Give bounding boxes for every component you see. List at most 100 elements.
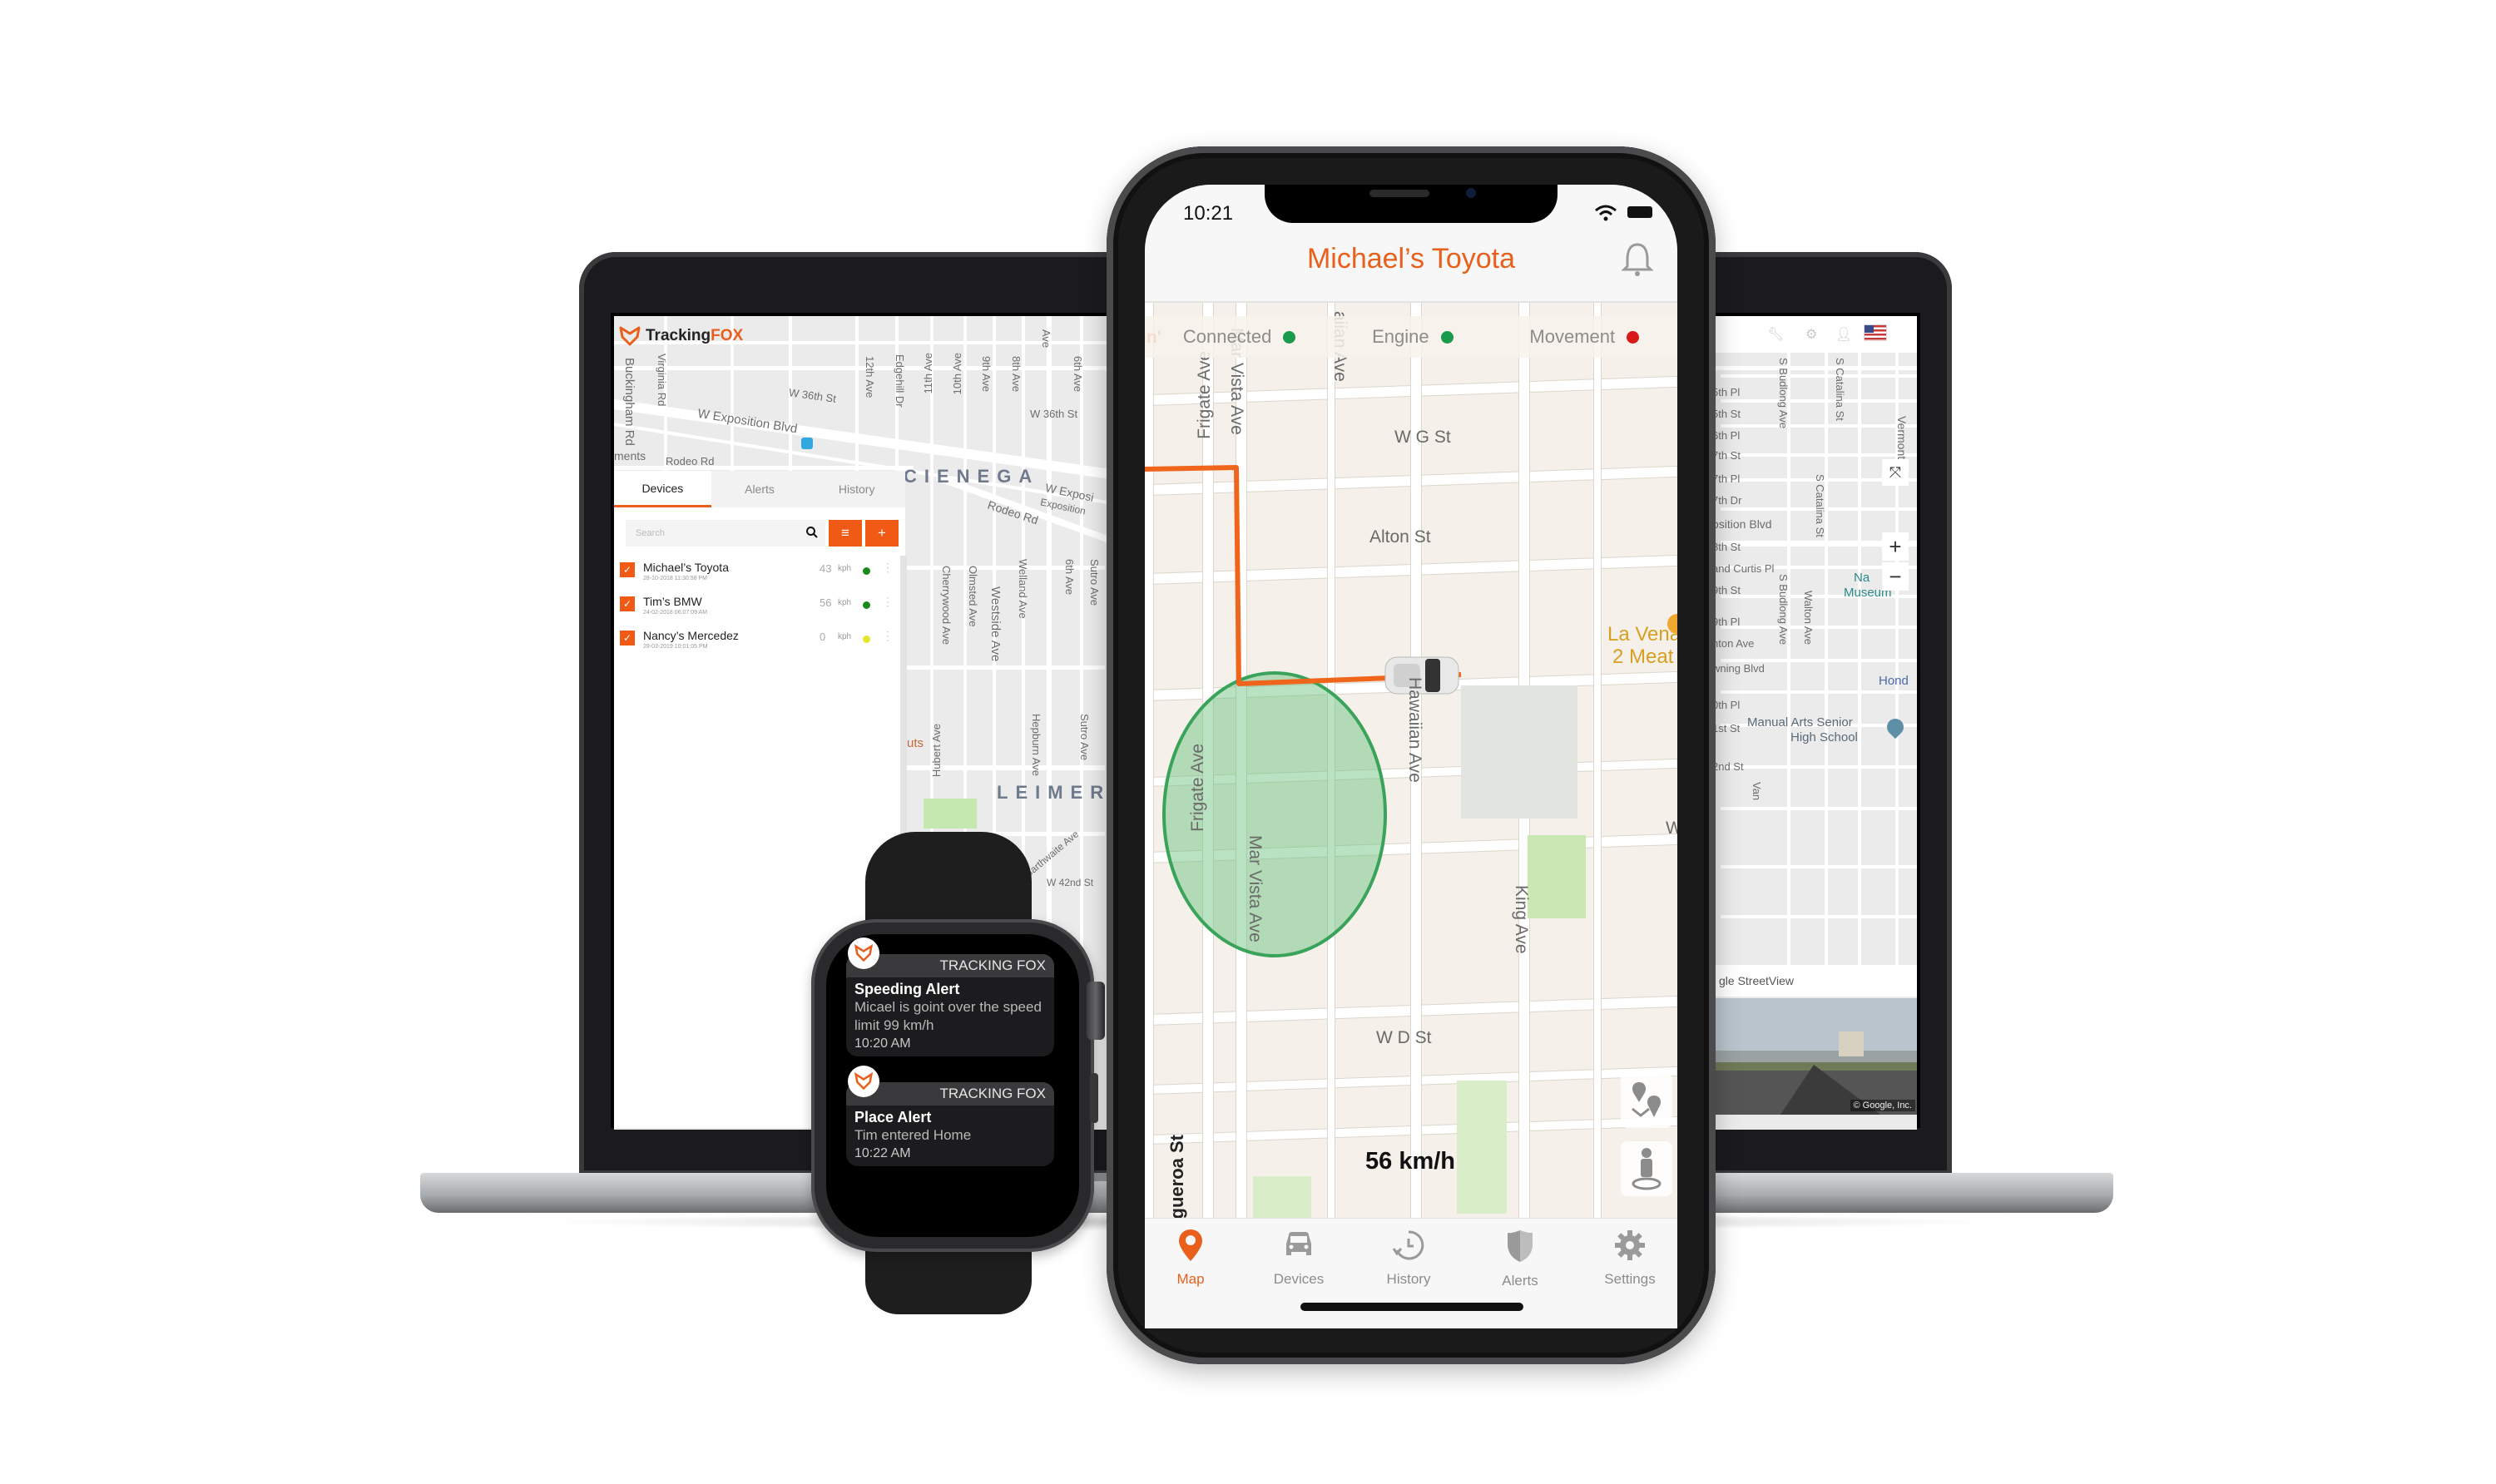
home-indicator[interactable] — [1300, 1303, 1523, 1311]
street-view-button[interactable] — [1621, 1141, 1672, 1196]
zoom-in-button[interactable]: + — [1882, 532, 1909, 561]
device-row[interactable]: ✓ Tim’s BMW 24-02-2018 06:07:09 AM 56 kp… — [620, 595, 894, 628]
user-icon[interactable]: 👤︎ — [1835, 326, 1852, 343]
notification-title: Speeding Alert — [854, 981, 960, 997]
map-label: 6th Ave — [1072, 356, 1084, 393]
device-speed: 0 — [820, 631, 826, 643]
tab-label: Alerts — [1502, 1273, 1538, 1289]
zoom-out-button[interactable]: − — [1882, 562, 1909, 591]
map-label: 9th St — [1712, 584, 1741, 596]
phone-map[interactable]: in' Frigate Ave Mar Vista Ave aiian Ave … — [1145, 303, 1677, 1218]
map-label: gueroa St — [1166, 1135, 1187, 1218]
map-label: Frigate Ave — [1188, 744, 1207, 832]
tab-label: History — [1386, 1271, 1431, 1287]
search-input[interactable]: Search — [626, 520, 825, 547]
tab-alerts[interactable]: Alerts — [711, 471, 809, 507]
gear-icon — [1615, 1230, 1645, 1260]
status-dot — [863, 636, 870, 643]
wifi-icon — [1595, 205, 1617, 221]
notification-body: Tim entered Home — [854, 1127, 972, 1143]
map-label: Cherrywood Ave — [940, 566, 953, 646]
status-engine: Engine — [1372, 326, 1454, 348]
phone-camera — [1466, 188, 1476, 198]
battery-icon — [1627, 206, 1652, 218]
map-label: Edgehill Dr — [894, 354, 906, 408]
tab-label: Map — [1176, 1271, 1205, 1287]
phone-speaker — [1369, 190, 1429, 197]
places-icon — [1632, 1082, 1661, 1117]
pegman-icon — [1632, 1148, 1662, 1190]
tab-history[interactable]: History — [1363, 1229, 1454, 1288]
device-checkbox[interactable]: ✓ — [620, 631, 635, 646]
device-timestamp: 28-03-2019 10:01:05 PM — [643, 644, 708, 650]
header-divider — [1145, 301, 1677, 303]
car-icon — [1286, 1232, 1311, 1255]
tab-label: Devices — [1273, 1271, 1325, 1287]
gear-icon[interactable]: ⚙ — [1805, 326, 1817, 343]
more-options-icon[interactable]: ⋮ — [882, 629, 894, 643]
list-view-button[interactable]: ≡ — [829, 520, 862, 547]
tab-map[interactable]: Map — [1145, 1229, 1236, 1288]
map-label: Westside Ave — [988, 586, 1003, 662]
watch-side-button[interactable] — [1090, 1073, 1098, 1123]
map-label: 8th Ave — [1010, 356, 1023, 393]
status-dot — [1627, 330, 1640, 344]
device-checkbox[interactable]: ✓ — [620, 596, 635, 611]
notification-time: 10:22 AM — [854, 1146, 911, 1160]
map-label: Olmsted Ave — [967, 566, 979, 627]
tab-devices[interactable]: Devices — [614, 471, 711, 507]
device-checkbox[interactable]: ✓ — [620, 562, 635, 577]
search-icon[interactable] — [805, 526, 819, 539]
map-label: 0th Pl — [1712, 699, 1741, 711]
map-label: 10th Ave — [951, 353, 963, 395]
map-label: wning Blvd — [1712, 662, 1765, 675]
streetview-label: gle StreetView — [1714, 965, 1917, 997]
places-button[interactable] — [1621, 1073, 1672, 1128]
panel-tabs: Devices Alerts History — [614, 471, 905, 507]
watch-crown[interactable] — [1087, 982, 1105, 1040]
status-movement: Movement — [1529, 326, 1640, 348]
device-row[interactable]: ✓ Michael’s Toyota 28-10-2018 11:30:58 P… — [620, 561, 894, 594]
map-label: W G St — [1394, 428, 1451, 447]
tab-devices[interactable]: Devices — [1253, 1229, 1345, 1288]
map-label: Alton St — [1369, 527, 1431, 547]
notification-body: Micael is goint over the speed limit 99 … — [854, 999, 1042, 1033]
fox-app-icon — [848, 937, 879, 969]
map-label: 5th St — [1712, 408, 1741, 420]
map-label: 1st St — [1712, 722, 1741, 735]
tab-history[interactable]: History — [808, 471, 905, 507]
neighborhood-label: CIENEGA — [904, 466, 1040, 487]
map-label: W 36th St — [788, 386, 837, 405]
map-label: W 42nd St — [1047, 877, 1094, 888]
streetview-copyright: © Google, Inc. — [1850, 1100, 1915, 1111]
fullscreen-icon[interactable]: ⤧ — [1882, 459, 1909, 486]
tab-alerts[interactable]: Alerts — [1474, 1229, 1566, 1289]
more-options-icon[interactable]: ⋮ — [882, 595, 894, 609]
notification-card[interactable]: TRACKING FOX Place Alert Tim entered Hom… — [846, 1082, 1054, 1166]
notification-card[interactable]: TRACKING FOX Speeding Alert Micael is go… — [846, 954, 1054, 1056]
shield-icon — [1508, 1230, 1533, 1262]
tab-bar: Map Devices History Alerts Settings — [1145, 1218, 1677, 1328]
map-label: W — [1666, 819, 1677, 838]
vehicle-status-bar: Connected Engine Movement — [1145, 316, 1677, 358]
bell-icon[interactable] — [1621, 241, 1654, 278]
device-row[interactable]: ✓ Nancy’s Mercedez 28-03-2019 10:01:05 P… — [620, 629, 894, 662]
add-device-button[interactable]: + — [865, 520, 899, 547]
school-pin-icon — [1883, 715, 1908, 740]
poi-label: 2 Meat — [1612, 646, 1674, 668]
device-name: Nancy’s Mercedez — [643, 629, 739, 642]
trackingfox-logo[interactable]: TrackingFOX — [619, 319, 794, 353]
transit-icon — [801, 438, 813, 449]
map-label: S Catalina St — [1834, 358, 1846, 421]
map-label: 6th Ave — [1063, 559, 1076, 596]
map-label: W Exposition Blvd — [696, 406, 799, 437]
map-label: Van — [1751, 782, 1763, 801]
status-dot — [863, 601, 870, 609]
us-flag-icon[interactable] — [1864, 324, 1887, 341]
more-options-icon[interactable]: ⋮ — [882, 561, 894, 575]
streetview-image[interactable]: © Google, Inc. — [1714, 998, 1917, 1115]
tab-settings[interactable]: Settings — [1584, 1229, 1676, 1288]
map-label: Rodeo Rd — [666, 455, 715, 467]
wrench-icon[interactable]: 🔧︎ — [1767, 326, 1784, 343]
map-label: 9th Ave — [980, 356, 993, 393]
